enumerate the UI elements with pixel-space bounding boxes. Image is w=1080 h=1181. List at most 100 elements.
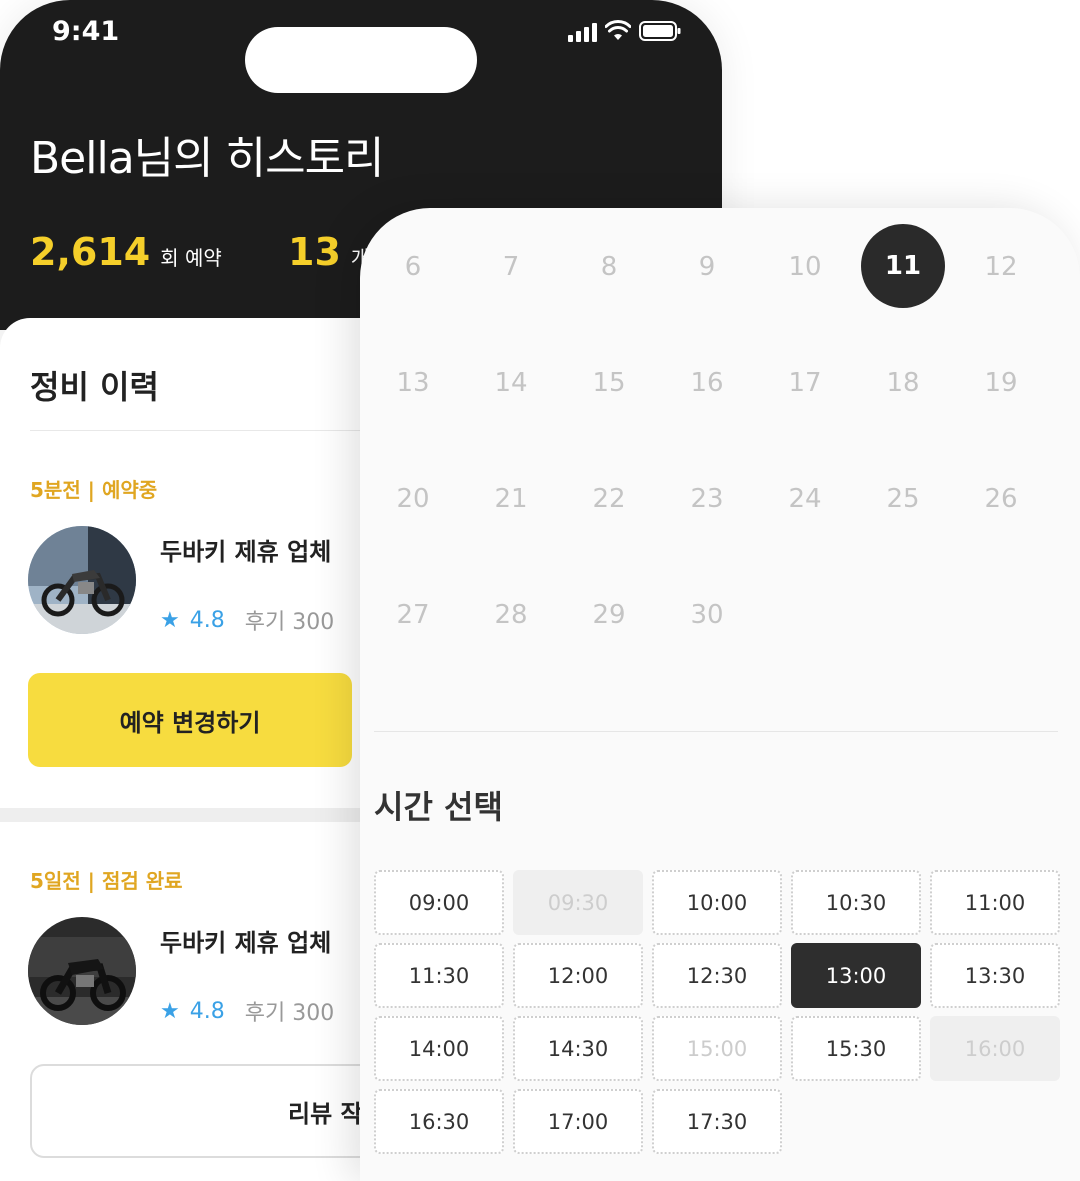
time-slot[interactable]: 12:30: [652, 943, 782, 1008]
calendar-day[interactable]: 12: [952, 238, 1050, 354]
divider: [374, 731, 1058, 732]
calendar-day-label: 7: [502, 252, 520, 282]
calendar-day-label: 30: [690, 600, 724, 630]
star-icon: ★: [160, 998, 180, 1024]
rating-score: 4.8: [189, 998, 225, 1024]
rating-row: ★ 4.8 후기 300: [160, 604, 334, 636]
stat-bookings-unit: 회 예약: [160, 246, 222, 270]
calendar-day[interactable]: 6: [364, 238, 462, 354]
status-time: 9:41: [52, 16, 120, 47]
calendar-day-label: 9: [698, 252, 716, 282]
time-slot: 16:00: [930, 1016, 1060, 1081]
time-slot: 09:30: [513, 870, 643, 935]
calendar-day[interactable]: 13: [364, 354, 462, 470]
rating-row: ★ 4.8 후기 300: [160, 995, 334, 1027]
change-reservation-button[interactable]: 예약 변경하기: [28, 673, 352, 767]
time-slot[interactable]: 12:00: [513, 943, 643, 1008]
calendar-day-label: 23: [690, 484, 724, 514]
calendar-day-label: 22: [592, 484, 626, 514]
calendar-day-selected[interactable]: 11: [854, 224, 952, 354]
time-selection-title: 시간 선택: [374, 788, 503, 826]
calendar-day-label: 18: [886, 368, 920, 398]
star-icon: ★: [160, 607, 180, 633]
time-slot[interactable]: 17:30: [652, 1089, 782, 1154]
time-slot-selected[interactable]: 13:00: [791, 943, 921, 1008]
stat-second-value: 13: [288, 230, 341, 274]
calendar-day-label: 28: [494, 600, 528, 630]
calendar-day-label: 21: [494, 484, 528, 514]
section-title: 정비 이력: [30, 368, 159, 406]
time-slot[interactable]: 16:30: [374, 1089, 504, 1154]
shop-name: 두바키 제휴 업체: [160, 538, 332, 566]
history-title: Bella님의 히스토리: [30, 133, 385, 184]
rating-score: 4.8: [189, 607, 225, 633]
calendar-day-label: 10: [788, 252, 822, 282]
calendar-day[interactable]: 20: [364, 470, 462, 586]
calendar-day-label: 14: [494, 368, 528, 398]
calendar-day[interactable]: 30: [658, 586, 756, 702]
calendar-day-label: 8: [600, 252, 618, 282]
calendar-day[interactable]: 9: [658, 238, 756, 354]
stat-bookings-value: 2,614: [30, 230, 151, 274]
calendar-day[interactable]: 29: [560, 586, 658, 702]
calendar-day-label: 16: [690, 368, 724, 398]
write-review-label: 리뷰 작: [288, 1100, 363, 1128]
time-slot[interactable]: 11:30: [374, 943, 504, 1008]
calendar-grid: 6 7 8 9 10 11 12 13 14 15 16 17 18 19 20 21 22 23 24 25 26 27…: [364, 224, 1064, 702]
review-count: 후기 300: [244, 1001, 335, 1026]
calendar-day[interactable]: 22: [560, 470, 658, 586]
calendar-day[interactable]: 23: [658, 470, 756, 586]
calendar-day-label: 24: [788, 484, 822, 514]
dynamic-island: [245, 27, 477, 93]
calendar-day-label: 25: [886, 484, 920, 514]
calendar-day[interactable]: 21: [462, 470, 560, 586]
motorcycle-avatar: [28, 526, 136, 634]
status-icons: [568, 20, 681, 42]
calendar-day[interactable]: 10: [756, 238, 854, 354]
time-slot[interactable]: 13:30: [930, 943, 1060, 1008]
calendar-day-label: 17: [788, 368, 822, 398]
stat-bookings: 2,614 회 예약: [30, 230, 222, 274]
calendar-day-label: 12: [984, 252, 1018, 282]
calendar-day-label: 15: [592, 368, 626, 398]
time-slot[interactable]: 09:00: [374, 870, 504, 935]
calendar-day[interactable]: 26: [952, 470, 1050, 586]
time-slot[interactable]: 17:00: [513, 1089, 643, 1154]
time-slot-grid: 09:00 09:30 10:00 10:30 11:00 11:30 12:00 12:30…: [374, 870, 1060, 1154]
calendar-day[interactable]: 7: [462, 238, 560, 354]
calendar-day-label: 13: [396, 368, 430, 398]
battery-icon: [639, 21, 681, 41]
review-count: 후기 300: [244, 610, 335, 635]
calendar-day-label: 6: [404, 252, 422, 282]
calendar-day-label: 26: [984, 484, 1018, 514]
calendar-day[interactable]: 16: [658, 354, 756, 470]
calendar-day[interactable]: 17: [756, 354, 854, 470]
calendar-day[interactable]: 15: [560, 354, 658, 470]
signal-icon: [568, 20, 597, 42]
calendar-day[interactable]: 14: [462, 354, 560, 470]
time-slot[interactable]: 14:30: [513, 1016, 643, 1081]
booking-screen: 6 7 8 9 10 11 12 13 14 15 16 17 18 19 20 21 22 23 24 25 26 27…: [360, 208, 1080, 1181]
calendar-day-label: 19: [984, 368, 1018, 398]
shop-name: 두바키 제휴 업체: [160, 929, 332, 957]
time-slot[interactable]: 15:00: [652, 1016, 782, 1081]
motorcycle-avatar: [28, 917, 136, 1025]
calendar-day[interactable]: 25: [854, 470, 952, 586]
calendar-day-label: 29: [592, 600, 626, 630]
time-slot[interactable]: 14:00: [374, 1016, 504, 1081]
calendar-day[interactable]: 24: [756, 470, 854, 586]
time-slot[interactable]: 10:00: [652, 870, 782, 935]
calendar-day-label: 20: [396, 484, 430, 514]
calendar-day[interactable]: 28: [462, 586, 560, 702]
calendar-day[interactable]: 19: [952, 354, 1050, 470]
calendar-day[interactable]: 27: [364, 586, 462, 702]
time-slot[interactable]: 15:30: [791, 1016, 921, 1081]
calendar-day[interactable]: 8: [560, 238, 658, 354]
calendar-day[interactable]: 18: [854, 354, 952, 470]
calendar-day-label: 27: [396, 600, 430, 630]
calendar-day-label: 11: [861, 224, 945, 308]
status-badge: 5일전 | 점검 완료: [30, 869, 183, 893]
time-slot[interactable]: 11:00: [930, 870, 1060, 935]
time-slot[interactable]: 10:30: [791, 870, 921, 935]
wifi-icon: [605, 20, 631, 40]
